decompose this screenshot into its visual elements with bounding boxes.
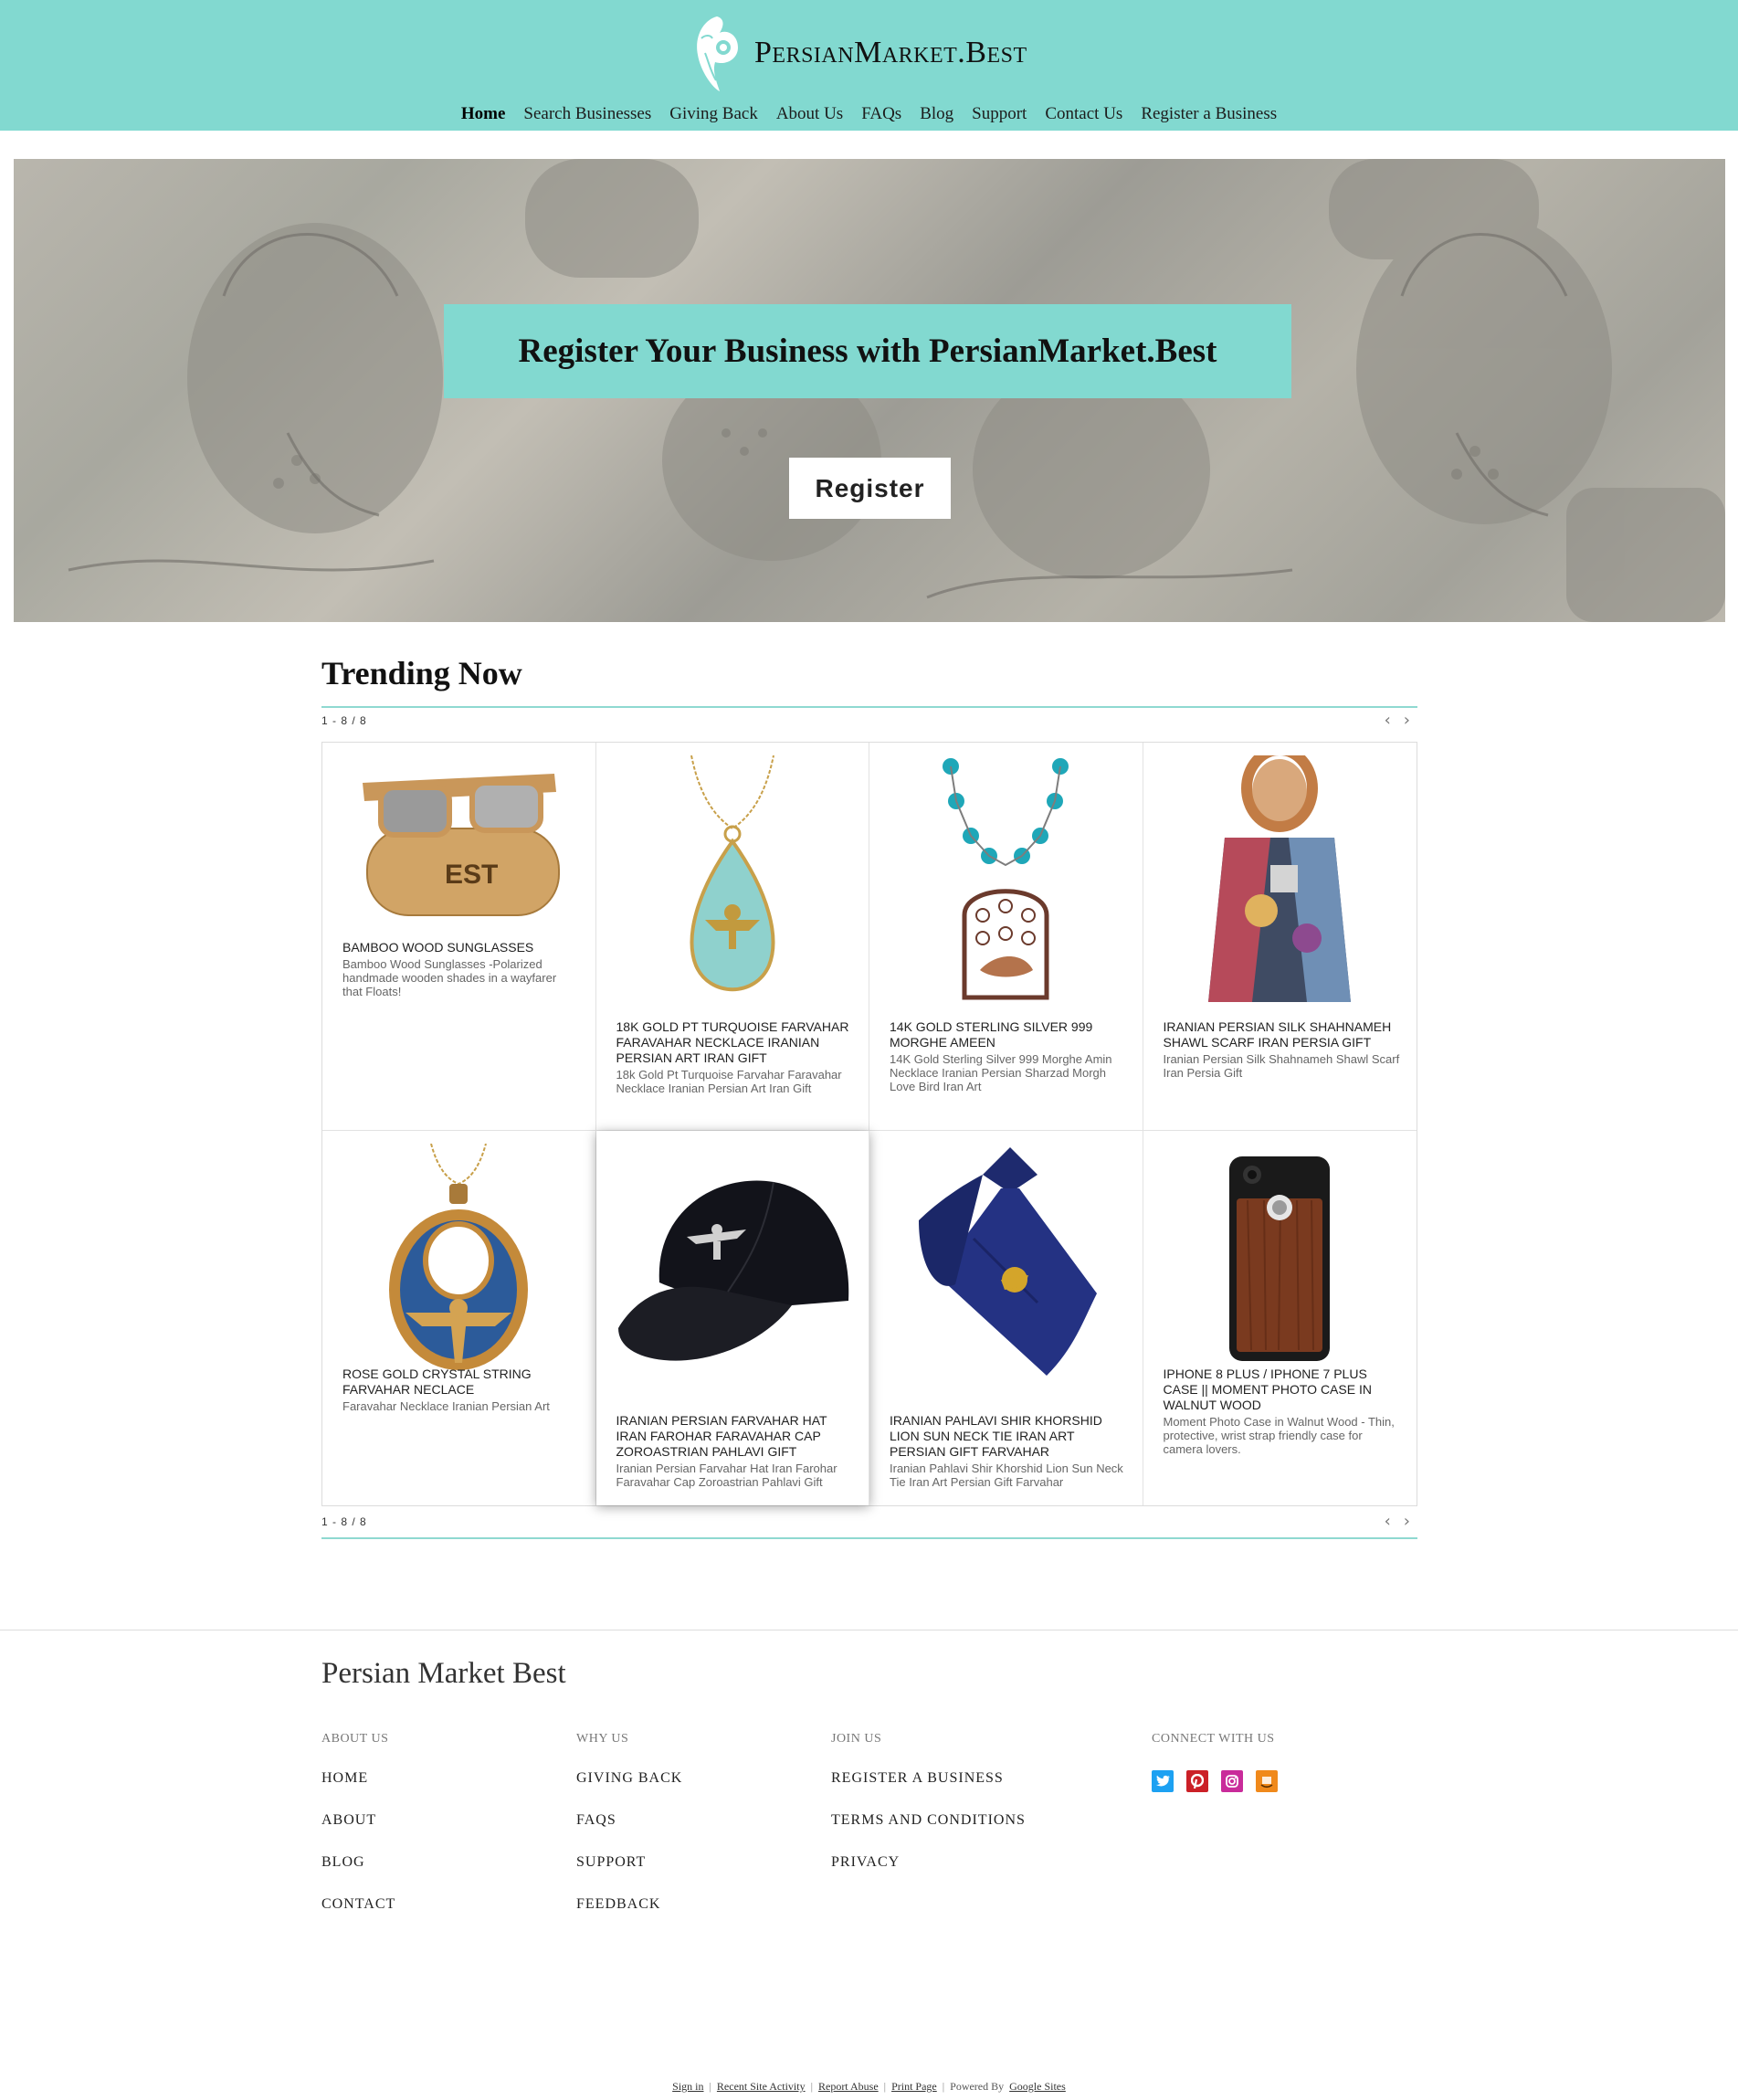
cap-icon [617,1180,848,1361]
product-description: Iranian Persian Farvahar Hat Iran Faroha… [616,1462,837,1489]
footer-brand: Persian Market Best [321,1657,566,1690]
product-title: IRANIAN PERSIAN FARVAHAR HAT IRAN FAROHA… [616,1413,827,1459]
product-title: IRANIAN PERSIAN SILK SHAHNAMEH SHAWL SCA… [1163,1019,1392,1050]
phone-case-icon [1229,1156,1331,1361]
hero-banner-image: Register Your Business with PersianMarke… [14,159,1725,622]
product-title: 18K GOLD PT TURQUOISE FARVAHAR FARAVAHAR… [616,1019,849,1065]
next-page-icon[interactable]: › [1404,1512,1410,1531]
sunglasses-icon: EST [363,774,561,916]
nav-search-businesses[interactable]: Search Businesses [523,104,651,124]
product-card[interactable]: IRANIAN PERSIAN SILK SHAHNAMEH SHAWL SCA… [1143,743,1417,1131]
product-description: Iranian Pahlavi Shir Khorshid Lion Sun N… [890,1462,1123,1489]
footer-link-terms[interactable]: TERMS AND CONDITIONS [831,1812,1026,1829]
footer-link-contact[interactable]: CONTACT [321,1896,395,1913]
report-abuse-link[interactable]: Report Abuse [818,2080,879,2094]
nav-about-us[interactable]: About Us [776,104,843,124]
neck-tie-icon [919,1147,1098,1376]
site-bottom-bar: Sign in | Recent Site Activity | Report … [0,2080,1738,2094]
footer-link-support[interactable]: SUPPORT [576,1854,682,1871]
product-card[interactable]: ROSE GOLD CRYSTAL STRING FARVAHAR NECLAC… [322,1131,596,1505]
product-card[interactable]: IPHONE 8 PLUS / IPHONE 7 PLUS CASE || MO… [1143,1131,1417,1505]
product-description: Iranian Persian Silk Shahnameh Shawl Sca… [1163,1052,1400,1080]
footer-column-why: WHY US GIVING BACK FAQS SUPPORT FEEDBACK [576,1732,682,1938]
powered-by-label: Powered By [950,2080,1005,2093]
product-card[interactable]: EST BAMBOO WOOD SUNGLASSES Bamboo Wood S… [322,743,596,1131]
footer-heading: CONNECT WITH US [1152,1732,1275,1746]
recent-activity-link[interactable]: Recent Site Activity [717,2080,806,2094]
pinterest-icon[interactable] [1186,1770,1208,1792]
product-description: 18k Gold Pt Turquoise Farvahar Faravahar… [616,1068,842,1095]
next-page-icon[interactable]: › [1404,711,1410,730]
separator: | [942,2080,945,2093]
footer-link-home[interactable]: HOME [321,1770,395,1787]
print-page-link[interactable]: Print Page [891,2080,937,2094]
footer-link-register-business[interactable]: REGISTER A BUSINESS [831,1770,1026,1787]
product-title: 14K GOLD STERLING SILVER 999 MORGHE AMEE… [890,1019,1093,1050]
separator: | [883,2080,887,2093]
footer-link-giving-back[interactable]: GIVING BACK [576,1770,682,1787]
product-card[interactable]: 14K GOLD STERLING SILVER 999 MORGHE AMEE… [869,743,1143,1131]
nav-support[interactable]: Support [972,104,1027,124]
turquoise-necklace-icon [690,755,775,992]
separator: | [810,2080,813,2093]
sign-in-link[interactable]: Sign in [672,2080,703,2094]
product-description: Bamboo Wood Sunglasses -Polarized handma… [342,957,557,998]
product-description: Moment Photo Case in Walnut Wood - Thin,… [1163,1415,1395,1456]
product-grid: EST BAMBOO WOOD SUNGLASSES Bamboo Wood S… [321,742,1417,1506]
footer-link-blog[interactable]: BLOG [321,1854,395,1871]
farvahar-necklace-icon [389,1144,529,1370]
footer-heading: ABOUT US [321,1732,389,1746]
product-card[interactable]: 18K GOLD PT TURQUOISE FARVAHAR FARAVAHAR… [595,743,869,1131]
svg-text:EST: EST [445,860,498,890]
item-count: 1 - 8 / 8 [321,1515,367,1528]
carousel-pager-top: 1 - 8 / 8 ‹ › [321,706,1417,733]
footer-heading: JOIN US [831,1732,882,1746]
product-card[interactable]: IRANIAN PAHLAVI SHIR KHORSHID LION SUN N… [869,1131,1143,1505]
product-title: ROSE GOLD CRYSTAL STRING FARVAHAR NECLAC… [342,1367,532,1397]
prev-page-icon[interactable]: ‹ [1385,711,1391,730]
footer-link-feedback[interactable]: FEEDBACK [576,1896,682,1913]
brand-name: PersianMarket.Best [754,36,1027,69]
nav-register-business[interactable]: Register a Business [1141,104,1277,124]
item-count: 1 - 8 / 8 [321,714,367,727]
product-title: IRANIAN PAHLAVI SHIR KHORSHID LION SUN N… [890,1413,1102,1459]
product-description: 14K Gold Sterling Silver 999 Morghe Amin… [890,1052,1112,1093]
nav-contact-us[interactable]: Contact Us [1045,104,1122,124]
product-description: Faravahar Necklace Iranian Persian Art [342,1399,550,1413]
footer-column-connect: CONNECT WITH US [1152,1732,1278,1792]
product-title: BAMBOO WOOD SUNGLASSES [342,940,534,955]
silk-scarf-icon [1208,755,1352,1002]
social-links [1152,1770,1278,1792]
nav-home[interactable]: Home [461,104,506,124]
trending-heading: Trending Now [321,655,522,691]
amazon-icon[interactable] [1256,1770,1278,1792]
instagram-icon[interactable] [1221,1770,1243,1792]
bird-necklace-icon [943,758,1069,1000]
hero-title: Register Your Business with PersianMarke… [518,332,1217,370]
footer-link-faqs[interactable]: FAQS [576,1812,682,1829]
footer-link-privacy[interactable]: PRIVACY [831,1854,1026,1871]
carousel-pager-bottom: 1 - 8 / 8 ‹ › [321,1512,1417,1539]
google-sites-link[interactable]: Google Sites [1009,2080,1066,2094]
site-header: PersianMarket.Best Home Search Businesse… [0,0,1738,131]
footer-column-join: JOIN US REGISTER A BUSINESS TERMS AND CO… [831,1732,1026,1896]
footer-column-about: ABOUT US HOME ABOUT BLOG CONTACT [321,1732,395,1938]
prev-page-icon[interactable]: ‹ [1385,1512,1391,1531]
separator: | [709,2080,711,2093]
footer-heading: WHY US [576,1732,629,1746]
nav-faqs[interactable]: FAQs [861,104,901,124]
main-nav: Home Search Businesses Giving Back About… [0,104,1738,124]
register-button[interactable]: Register [789,458,951,519]
site-logo[interactable]: PersianMarket.Best [685,9,1027,97]
hero-title-box: Register Your Business with PersianMarke… [444,304,1291,398]
twitter-icon[interactable] [1152,1770,1174,1792]
paisley-logo-icon [697,16,738,91]
footer-link-about[interactable]: ABOUT [321,1812,395,1829]
product-card[interactable]: IRANIAN PERSIAN FARVAHAR HAT IRAN FAROHA… [595,1131,869,1505]
product-title: IPHONE 8 PLUS / IPHONE 7 PLUS CASE || MO… [1163,1367,1372,1412]
nav-giving-back[interactable]: Giving Back [669,104,758,124]
nav-blog[interactable]: Blog [920,104,953,124]
